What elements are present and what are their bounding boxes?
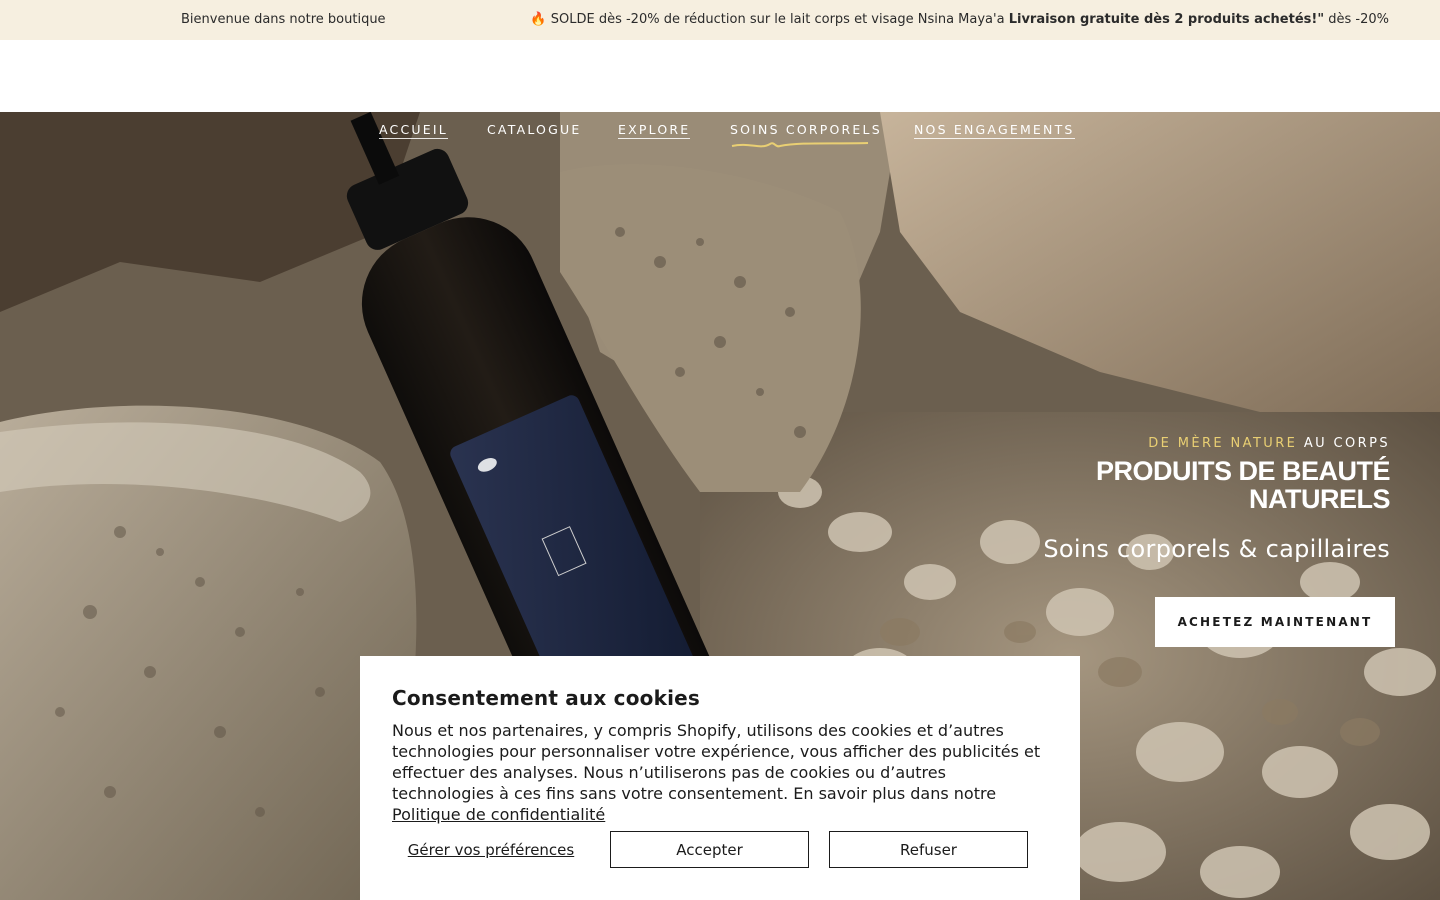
cookie-title: Consentement aux cookies	[392, 686, 701, 710]
nav-item-catalogue[interactable]: CATALOGUE	[487, 122, 581, 138]
promo-tail: dès -20%	[1328, 12, 1389, 27]
hero-title-line2: NATURELS	[1249, 484, 1390, 514]
nav-item-soins-corporels[interactable]: SOINS CORPORELS	[730, 122, 882, 138]
nav-item-explore[interactable]: EXPLORE	[618, 122, 691, 139]
hero-text-block: DE MÈRE NATURE AU CORPS PRODUITS DE BEAU…	[1043, 436, 1390, 563]
site-header	[0, 40, 1440, 112]
shop-now-button[interactable]: ACHETEZ MAINTENANT	[1155, 597, 1395, 647]
nav-item-accueil[interactable]: ACCUEIL	[379, 122, 448, 139]
privacy-policy-link[interactable]: Politique de confidentialité	[392, 805, 605, 824]
cookie-banner: Consentement aux cookies Nous et nos par…	[360, 656, 1080, 900]
eyebrow-rest: AU CORPS	[1303, 436, 1390, 451]
promo-message: SOLDE dès -20% de réduction sur le lait …	[550, 12, 1005, 27]
promo-text[interactable]: 🔥 SOLDE dès -20% de réduction sur le lai…	[530, 12, 1389, 27]
cookie-body-text: Nous et nos partenaires, y compris Shopi…	[392, 721, 1041, 803]
hero-subtitle: Soins corporels & capillaires	[1043, 535, 1390, 563]
fire-icon: 🔥	[530, 12, 547, 27]
refuse-cookies-button[interactable]: Refuser	[829, 831, 1028, 868]
hero-eyebrow: DE MÈRE NATURE AU CORPS	[1043, 436, 1390, 451]
announcement-bar: Bienvenue dans notre boutique 🔥 SOLDE dè…	[0, 0, 1440, 40]
hero-title: PRODUITS DE BEAUTÉ NATURELS	[1043, 456, 1391, 514]
main-nav: ACCUEIL CATALOGUE EXPLORE SOINS CORPOREL…	[0, 120, 1440, 150]
welcome-text: Bienvenue dans notre boutique	[181, 12, 386, 27]
active-underline-swoosh	[731, 142, 869, 148]
eyebrow-accent: DE MÈRE NATURE	[1148, 436, 1298, 451]
cookie-actions: Gérer vos préférences Accepter Refuser	[392, 831, 1048, 868]
cookie-body: Nous et nos partenaires, y compris Shopi…	[392, 720, 1052, 825]
hero-title-line1: PRODUITS DE BEAUTÉ	[1095, 456, 1391, 486]
promo-bold: Livraison gratuite dès 2 produits acheté…	[1008, 12, 1325, 27]
manage-preferences-button[interactable]: Gérer vos préférences	[392, 831, 590, 868]
nav-item-nos-engagements[interactable]: NOS ENGAGEMENTS	[914, 122, 1075, 139]
accept-cookies-button[interactable]: Accepter	[610, 831, 809, 868]
